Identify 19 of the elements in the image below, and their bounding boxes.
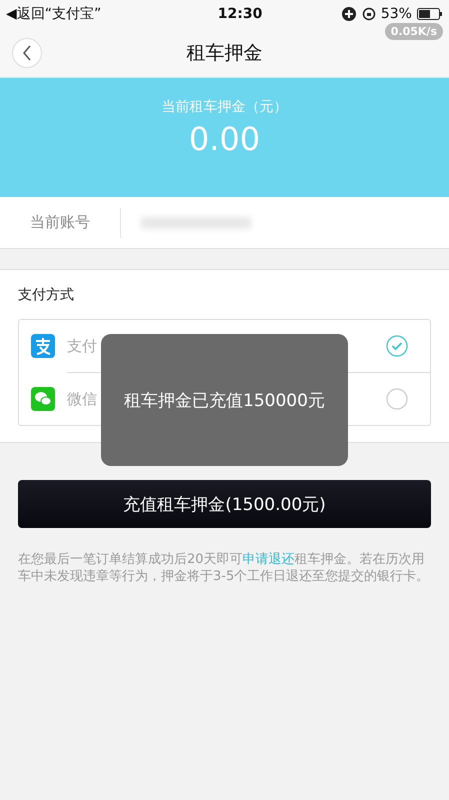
deposit-label: 当前租车押金（元）: [162, 98, 288, 116]
back-button[interactable]: [12, 38, 42, 68]
battery-text: 53%: [380, 6, 412, 22]
account-label: 当前账号: [30, 213, 90, 232]
network-speed-badge: 0.05K/s: [384, 23, 443, 40]
deposit-amount: 0.00: [188, 120, 260, 158]
recharge-toast: 租车押金已充值150000元: [101, 334, 348, 466]
section-title: 支付方式: [18, 286, 74, 304]
payment-label: 支付: [67, 336, 97, 356]
back-to-app-link[interactable]: ◀返回“支付宝”: [6, 5, 102, 23]
battery-icon: [416, 8, 443, 20]
notice-text: 在您最后一笔订单结算成功后20天即可申请退还租车押金。若在历次用车中未发现违章等行为，押金将于3-5个工作日退还至您提交的银行卡。: [18, 551, 430, 585]
chat-app-icon: [31, 387, 55, 411]
recharge-button[interactable]: 充值租车押金(1500.00元): [18, 480, 431, 528]
payment-app-icon: [31, 334, 55, 358]
page-title: 租车押金: [186, 40, 264, 66]
clock-text: 12:30: [218, 6, 262, 22]
back-icon: [22, 44, 32, 60]
payment-label: 微信: [67, 390, 97, 408]
